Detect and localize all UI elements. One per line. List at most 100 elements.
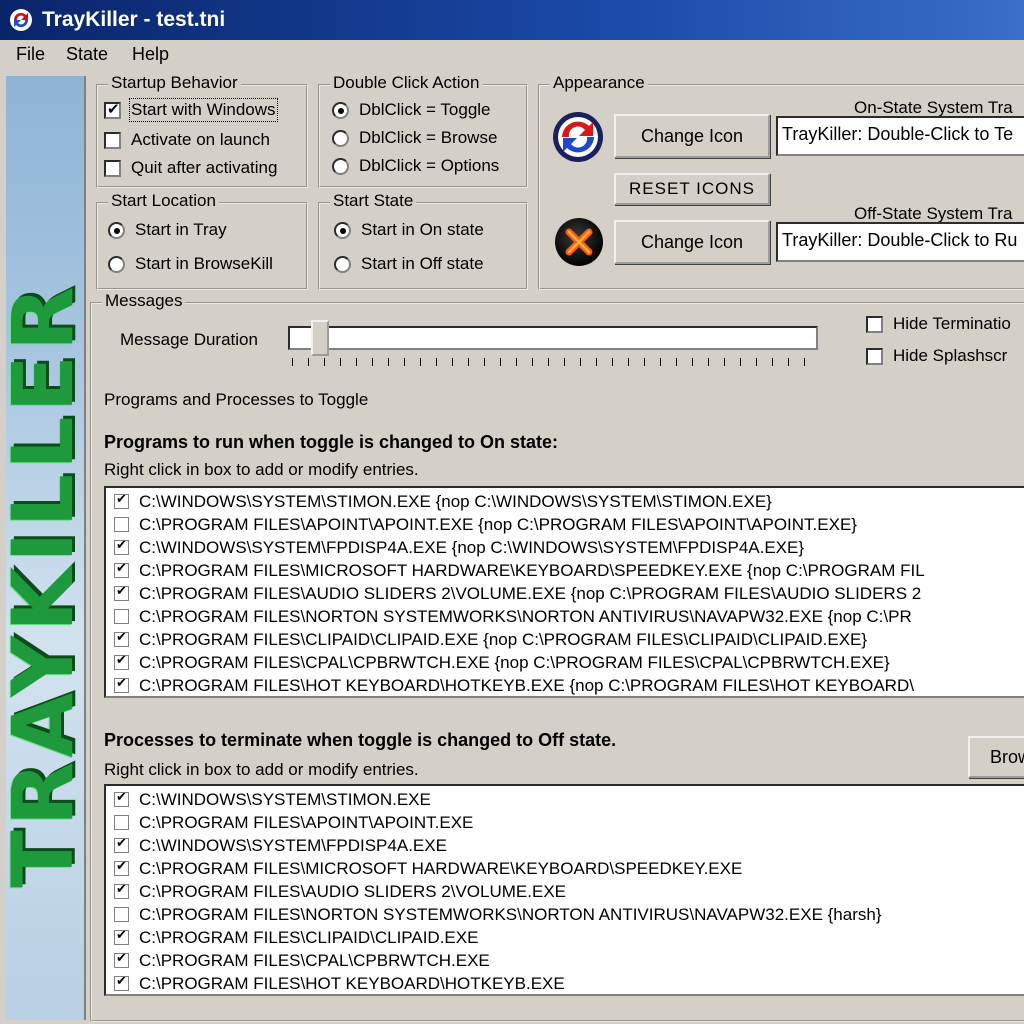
radio-label: DblClick = Toggle <box>359 100 491 119</box>
list-item[interactable]: C:\WINDOWS\SYSTEM\FPDISP4A.EXE <box>106 834 1024 857</box>
menu-file[interactable]: File <box>16 44 45 65</box>
start-in-on-state-radio[interactable]: Start in On state <box>334 220 484 240</box>
list-item-label: C:\PROGRAM FILES\NORTON SYSTEMWORKS\NORT… <box>139 606 912 626</box>
hide-splashscreen-checkbox[interactable]: Hide Splashscr <box>866 346 1007 366</box>
list-item-checkbox[interactable] <box>114 927 129 945</box>
browse-button[interactable]: Brow <box>968 736 1024 778</box>
checkbox-box[interactable] <box>104 159 121 177</box>
list-item-label: C:\WINDOWS\SYSTEM\FPDISP4A.EXE {nop C:\W… <box>139 537 805 557</box>
radio-label: DblClick = Browse <box>359 128 498 147</box>
list-item[interactable]: C:\PROGRAM FILES\MICROSOFT HARDWARE\KEYB… <box>106 857 1024 880</box>
list-item-checkbox[interactable] <box>114 907 129 922</box>
off-processes-list[interactable]: C:\WINDOWS\SYSTEM\STIMON.EXE C:\PROGRAM F… <box>104 784 1024 996</box>
list-item[interactable]: C:\PROGRAM FILES\APOINT\APOINT.EXE {nop … <box>106 513 1024 536</box>
list-item-checkbox[interactable] <box>114 560 129 578</box>
list-item[interactable]: C:\PROGRAM FILES\APOINT\APOINT.EXE <box>106 811 1024 834</box>
menu-help[interactable]: Help <box>132 44 169 65</box>
checkbox-box[interactable] <box>866 315 883 333</box>
on-state-tooltip-input[interactable]: TrayKiller: Double-Click to Te <box>776 116 1024 156</box>
list-item-checkbox[interactable] <box>114 675 129 693</box>
list-item[interactable]: C:\WINDOWS\SYSTEM\STIMON.EXE {nop C:\WIN… <box>106 490 1024 513</box>
on-change-icon-button[interactable]: Change Icon <box>614 114 770 158</box>
list-item-label: C:\WINDOWS\SYSTEM\STIMON.EXE <box>139 789 431 809</box>
radio-button[interactable] <box>332 157 349 175</box>
off-state-tooltip-input[interactable]: TrayKiller: Double-Click to Ru <box>776 222 1024 262</box>
list-item-checkbox[interactable] <box>114 950 129 968</box>
list-item[interactable]: C:\PROGRAM FILES\NORTON SYSTEMWORKS\NORT… <box>106 903 1024 926</box>
list-item-checkbox[interactable] <box>114 629 129 647</box>
list-item[interactable]: C:\PROGRAM FILES\CPAL\CPBRWTCH.EXE {nop … <box>106 651 1024 674</box>
list-item[interactable]: C:\PROGRAM FILES\CLIPAID\CLIPAID.EXE {no… <box>106 628 1024 651</box>
checkbox-box[interactable] <box>104 131 121 149</box>
list-item-checkbox[interactable] <box>114 789 129 807</box>
list-item-label: C:\PROGRAM FILES\HOT KEYBOARD\HOTKEYB.EX… <box>139 675 914 695</box>
checkbox-label: Activate on launch <box>131 130 270 149</box>
radio-button[interactable] <box>334 221 351 239</box>
list-item-checkbox[interactable] <box>114 609 129 624</box>
list-item-checkbox[interactable] <box>114 537 129 555</box>
list-item-checkbox[interactable] <box>114 835 129 853</box>
list-item-label: C:\PROGRAM FILES\MICROSOFT HARDWARE\KEYB… <box>139 560 925 580</box>
reset-icons-button[interactable]: RESET ICONS <box>614 173 770 205</box>
list-item[interactable]: C:\PROGRAM FILES\HOT KEYBOARD\HOTKEYB.EX… <box>106 674 1024 696</box>
message-duration-slider-track[interactable] <box>288 326 818 350</box>
list-item-checkbox[interactable] <box>114 858 129 876</box>
on-programs-list[interactable]: C:\WINDOWS\SYSTEM\STIMON.EXE {nop C:\WIN… <box>104 486 1024 698</box>
start-in-browsekill-radio[interactable]: Start in BrowseKill <box>108 254 273 274</box>
list-item-checkbox[interactable] <box>114 652 129 670</box>
list-item[interactable]: C:\PROGRAM FILES\HOT KEYBOARD\HOTKEYB.EX… <box>106 972 1024 994</box>
list-item[interactable]: C:\WINDOWS\SYSTEM\STIMON.EXE <box>106 788 1024 811</box>
checkbox-box[interactable] <box>104 100 121 119</box>
menu-state[interactable]: State <box>66 44 108 65</box>
start-with-windows-checkbox[interactable]: Start with Windows <box>104 98 278 122</box>
radio-button[interactable] <box>108 221 125 239</box>
off-state-icon <box>553 216 605 268</box>
list-item-checkbox[interactable] <box>114 491 129 509</box>
radio-button[interactable] <box>332 129 349 147</box>
on-programs-heading: Programs to run when toggle is changed t… <box>104 432 559 452</box>
start-in-off-state-radio[interactable]: Start in Off state <box>334 254 484 274</box>
list-item-checkbox[interactable] <box>114 583 129 601</box>
hide-termination-checkbox[interactable]: Hide Terminatio <box>866 314 1011 334</box>
message-duration-slider-thumb[interactable] <box>311 320 329 356</box>
checkbox-label: Hide Terminatio <box>893 314 1011 333</box>
start-in-tray-radio[interactable]: Start in Tray <box>108 220 227 240</box>
list-item-checkbox[interactable] <box>114 815 129 830</box>
checkbox-label: Hide Splashscr <box>893 346 1008 365</box>
list-item-label: C:\PROGRAM FILES\AUDIO SLIDERS 2\VOLUME.… <box>139 881 566 901</box>
checkbox-box[interactable] <box>866 347 883 365</box>
radio-button[interactable] <box>334 255 351 273</box>
window-title: TrayKiller - test.tni <box>42 8 226 31</box>
quit-after-activating-checkbox[interactable]: Quit after activating <box>104 158 277 178</box>
list-item-checkbox[interactable] <box>114 881 129 899</box>
list-item[interactable]: C:\PROGRAM FILES\MICROSOFT HARDWARE\KEYB… <box>106 559 1024 582</box>
app-icon[interactable] <box>9 8 33 32</box>
slider-ticks <box>292 358 812 366</box>
list-item[interactable]: C:\PROGRAM FILES\CLIPAID\CLIPAID.EXE <box>106 926 1024 949</box>
list-item-label: C:\WINDOWS\SYSTEM\FPDISP4A.EXE <box>139 835 447 855</box>
messages-legend: Messages <box>102 291 186 311</box>
menu-bar: File State Help <box>0 40 1024 72</box>
list-item[interactable]: C:\PROGRAM FILES\NORTON SYSTEMWORKS\NORT… <box>106 605 1024 628</box>
list-item-checkbox[interactable] <box>114 517 129 532</box>
dblclick-options-radio[interactable]: DblClick = Options <box>332 156 499 176</box>
radio-button[interactable] <box>332 101 349 119</box>
start-state-legend: Start State <box>330 191 417 211</box>
dblclick-toggle-radio[interactable]: DblClick = Toggle <box>332 100 491 120</box>
radio-label: Start in BrowseKill <box>135 254 273 273</box>
start-location-group: Start Location <box>96 191 308 290</box>
list-item[interactable]: C:\PROGRAM FILES\CPAL\CPBRWTCH.EXE <box>106 949 1024 972</box>
activate-on-launch-checkbox[interactable]: Activate on launch <box>104 130 270 150</box>
list-item[interactable]: C:\PROGRAM FILES\AUDIO SLIDERS 2\VOLUME.… <box>106 582 1024 605</box>
off-change-icon-button[interactable]: Change Icon <box>614 220 770 264</box>
radio-button[interactable] <box>108 255 125 273</box>
list-item-label: C:\PROGRAM FILES\CPAL\CPBRWTCH.EXE {nop … <box>139 652 890 672</box>
dblclick-browse-radio[interactable]: DblClick = Browse <box>332 128 497 148</box>
radio-label: Start in Off state <box>361 254 484 273</box>
list-item[interactable]: C:\WINDOWS\SYSTEM\FPDISP4A.EXE {nop C:\W… <box>106 536 1024 559</box>
list-item[interactable]: C:\PROGRAM FILES\AUDIO SLIDERS 2\VOLUME.… <box>106 880 1024 903</box>
list-item-checkbox[interactable] <box>114 973 129 991</box>
on-state-icon <box>551 110 605 164</box>
checkbox-label: Start with Windows <box>129 98 278 122</box>
title-bar[interactable]: TrayKiller - test.tni <box>0 0 1024 40</box>
